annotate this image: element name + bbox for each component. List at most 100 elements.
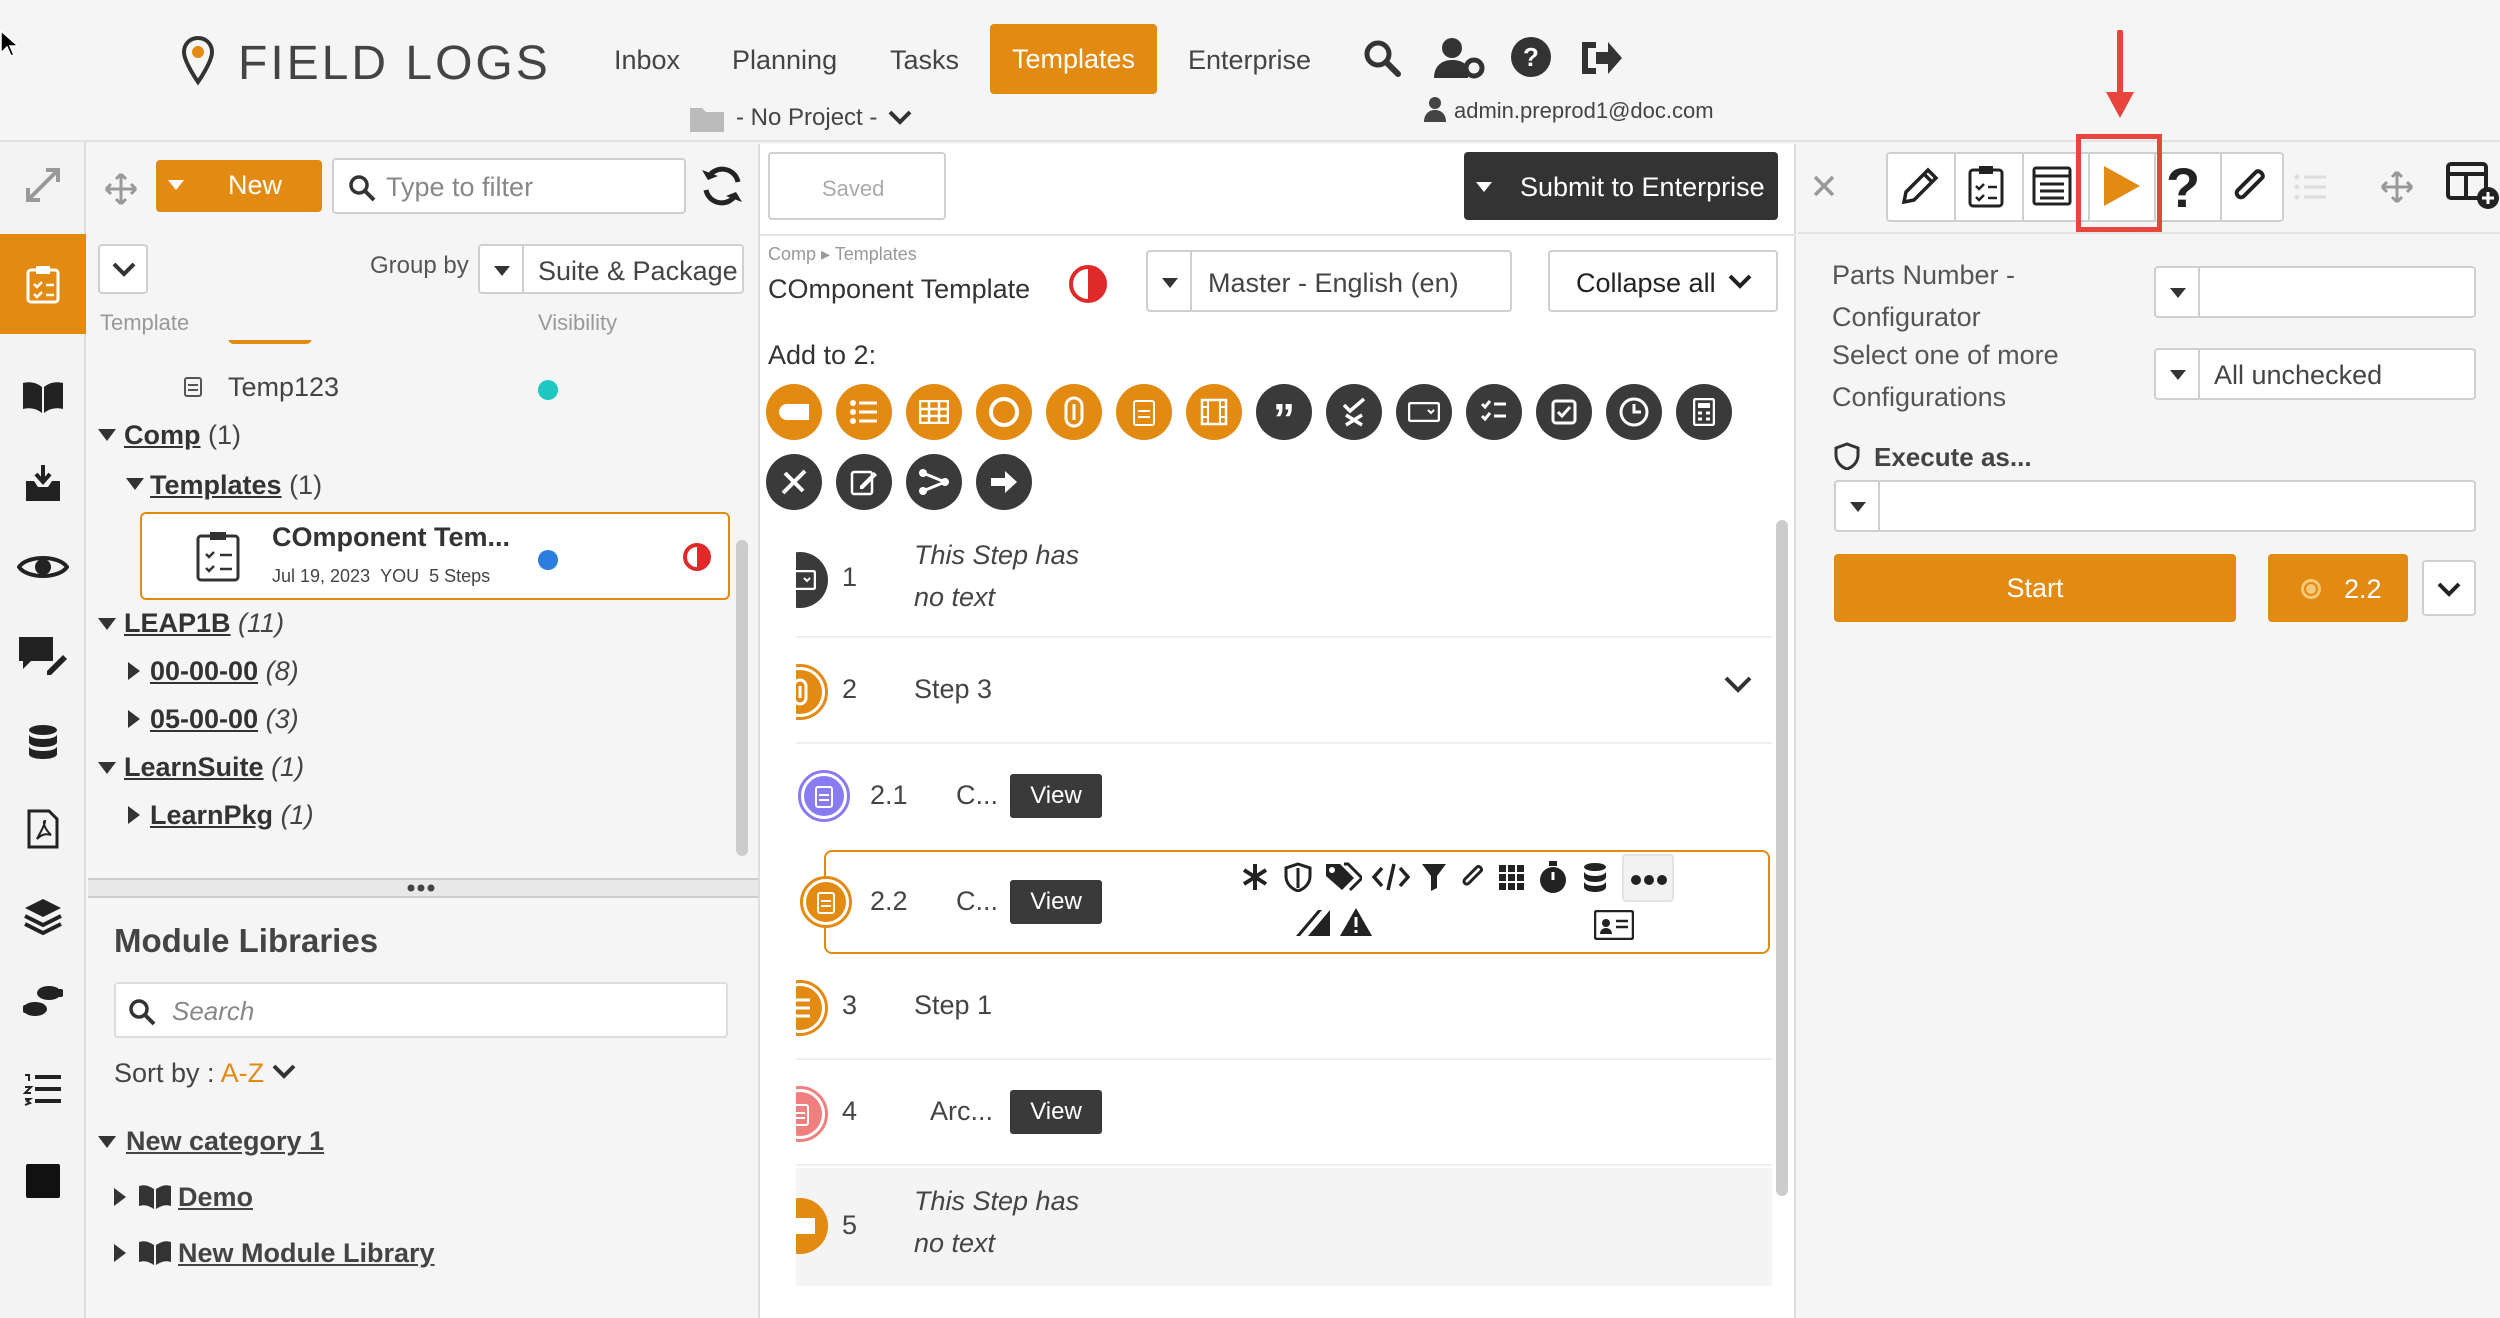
checklist-step-icon[interactable] [836, 384, 892, 440]
slope-icon[interactable] [1294, 908, 1332, 938]
module-search-input[interactable]: Search [114, 982, 728, 1038]
pdf-icon[interactable] [0, 794, 86, 864]
configurations-select[interactable]: All unchecked [2154, 348, 2476, 400]
tools-step-icon[interactable] [766, 454, 822, 510]
start-button[interactable]: Start [1834, 554, 2236, 622]
execute-as-select[interactable] [1834, 480, 2476, 532]
step-row[interactable]: 2 Step 3 [796, 640, 1772, 744]
saved-button[interactable]: Saved [768, 152, 946, 220]
submit-enterprise-button[interactable]: Submit to Enterprise [1464, 152, 1778, 220]
collapse-tree-button[interactable] [98, 244, 148, 294]
module-library-demo[interactable]: Demo [178, 1182, 253, 1213]
branch-step-icon[interactable] [906, 454, 962, 510]
close-icon[interactable] [1812, 174, 1836, 198]
logout-icon[interactable] [1578, 38, 1622, 78]
step-row[interactable]: 1 This Step has no text [796, 518, 1772, 638]
sign-step-icon[interactable] [836, 454, 892, 510]
tree-group-leap1b[interactable]: LEAP1B (11) [124, 608, 284, 639]
film-step-icon[interactable] [1186, 384, 1242, 440]
nav-tasks[interactable]: Tasks [874, 36, 975, 84]
language-select[interactable]: Master - English (en) [1146, 250, 1512, 312]
square-icon[interactable] [0, 1146, 86, 1216]
input-field-step-icon[interactable] [1396, 384, 1452, 440]
selected-template-card[interactable]: COmponent Tem... Jul 19, 2023 YOU 5 Step… [140, 512, 730, 600]
book-icon[interactable] [0, 362, 86, 432]
comment-edit-icon[interactable] [0, 620, 86, 690]
view-button[interactable]: View [1010, 1090, 1102, 1134]
tree-scrollbar[interactable] [736, 540, 748, 856]
sort-by-control[interactable]: Sort by : A-Z [114, 1058, 264, 1089]
paperclip-icon[interactable] [2230, 166, 2270, 208]
link-step-icon[interactable] [1046, 384, 1102, 440]
inbox-download-icon[interactable] [0, 448, 86, 518]
group-by-select[interactable]: Suite & Package [478, 244, 744, 294]
tree-group-learnpkg[interactable]: LearnPkg (1) [150, 800, 314, 831]
list-icon[interactable] [2294, 174, 2328, 200]
clipboard-step-icon[interactable] [1116, 384, 1172, 440]
table-step-icon[interactable] [906, 384, 962, 440]
asterisk-icon[interactable] [1240, 862, 1270, 892]
shield-icon[interactable] [1284, 862, 1312, 892]
nav-planning[interactable]: Planning [716, 36, 853, 84]
step-row[interactable]: 2.1 C... View [796, 746, 1772, 846]
warning-icon[interactable] [1338, 906, 1374, 938]
layout-add-icon[interactable] [2446, 160, 2500, 210]
database-icon[interactable] [0, 708, 86, 778]
move-icon[interactable] [104, 172, 138, 206]
code-icon[interactable] [1372, 862, 1410, 892]
panel-splitter[interactable] [88, 878, 758, 898]
tags-icon[interactable] [1324, 862, 1362, 892]
step-row-selected[interactable]: 2.2 C... View [800, 850, 1770, 954]
view-button[interactable]: View [1010, 880, 1102, 924]
more-options-button[interactable] [1622, 854, 1674, 902]
expand-icon[interactable] [0, 150, 86, 220]
layers-icon[interactable] [0, 882, 86, 952]
module-library-new[interactable]: New Module Library [178, 1238, 435, 1269]
paperclip-icon[interactable] [1460, 862, 1486, 892]
tree-group-00-00-00[interactable]: 00-00-00 (8) [150, 656, 299, 687]
user-settings-icon[interactable] [1434, 36, 1486, 80]
text-step-icon[interactable] [766, 384, 822, 440]
help-question-icon[interactable]: ? [2166, 160, 2200, 216]
step-row[interactable]: 5 This Step has no text [796, 1168, 1772, 1286]
collapse-all-button[interactable]: Collapse all [1548, 250, 1778, 312]
nav-templates[interactable]: Templates [990, 24, 1158, 94]
calculator-step-icon[interactable] [1676, 384, 1732, 440]
tree-group-05-00-00[interactable]: 05-00-00 (3) [150, 704, 299, 735]
chevron-down-icon[interactable] [272, 1064, 296, 1080]
refresh-icon[interactable] [700, 164, 744, 208]
list-icon[interactable] [0, 1054, 86, 1124]
nav-enterprise[interactable]: Enterprise [1172, 36, 1327, 84]
version-dropdown-button[interactable] [2422, 560, 2476, 616]
new-button[interactable]: New [156, 160, 322, 212]
caret-down-icon[interactable] [98, 1136, 116, 1148]
edit-pencil-icon[interactable] [1900, 166, 1940, 206]
nav-inbox[interactable]: Inbox [598, 36, 696, 84]
module-category[interactable]: New category 1 [126, 1126, 324, 1157]
step-row[interactable]: 4 Arc... View [796, 1062, 1772, 1166]
step-list-scrollbar[interactable] [1776, 520, 1788, 1196]
tree-group-learnsuite[interactable]: LearnSuite (1) [124, 752, 304, 783]
quote-step-icon[interactable]: ” [1256, 384, 1312, 442]
move-icon[interactable] [2380, 170, 2414, 204]
parts-number-select[interactable] [2154, 266, 2476, 318]
tree-group-comp[interactable]: Comp (1) [124, 420, 241, 451]
version-button[interactable]: 2.2 [2268, 554, 2408, 622]
chevron-down-icon[interactable] [1724, 676, 1752, 694]
circle-step-icon[interactable] [976, 384, 1032, 440]
rail-templates[interactable] [0, 234, 86, 334]
checkbox-step-icon[interactable] [1536, 384, 1592, 440]
clipboard-icon[interactable] [1968, 164, 2004, 208]
breadcrumb-templates[interactable]: Templates [835, 244, 917, 264]
tree-item-temp123[interactable]: Temp123 [228, 372, 339, 403]
breadcrumb-comp[interactable]: Comp [768, 244, 816, 264]
report-icon[interactable] [2032, 166, 2072, 206]
filter-input[interactable]: Type to filter [332, 158, 686, 214]
step-row[interactable]: 3 Step 1 [796, 958, 1772, 1060]
chevron-down-icon[interactable] [888, 108, 912, 126]
clock-step-icon[interactable] [1606, 384, 1662, 440]
filter-icon[interactable] [1420, 862, 1448, 892]
caret-right-icon[interactable] [114, 1244, 126, 1262]
footprints-icon[interactable] [0, 968, 86, 1038]
eye-icon[interactable] [0, 532, 86, 602]
